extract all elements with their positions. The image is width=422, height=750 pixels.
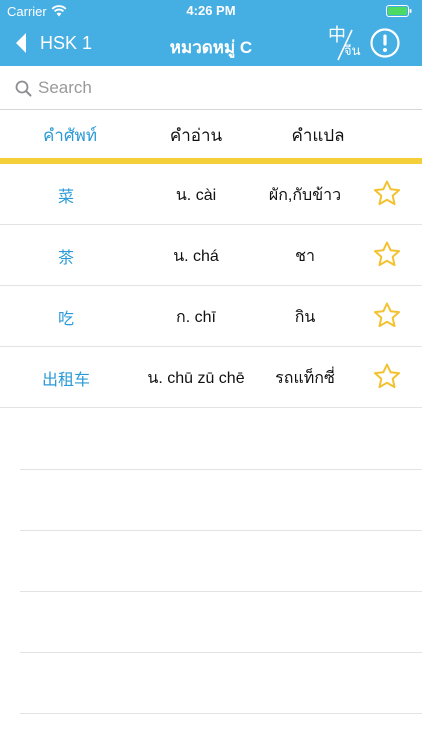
info-button[interactable] [370,28,400,58]
row-divider [20,469,422,470]
word-text: 茶 [57,248,74,267]
row-divider [20,591,422,592]
star-icon[interactable] [372,362,402,392]
list-item[interactable]: 菜 น. cài ผัก,กับข้าว [0,164,422,225]
word-text: 出租车 [41,370,90,389]
chevron-left-icon [14,32,28,54]
tab-meaning[interactable]: คำแปล [258,122,378,149]
status-time: 4:26 PM [186,3,236,18]
language-toggle-button[interactable]: 中 จีน [326,26,362,62]
meaning-text: ผัก,กับข้าว [268,187,342,204]
row-divider [20,530,422,531]
battery-icon [386,5,412,17]
list-item[interactable]: 出租车 น. chū zū chē รถแท็กซี่ [0,347,422,408]
back-button[interactable]: HSK 1 [14,28,92,58]
nav-bar: HSK 1 หมวดหมู่ C 中 จีน [0,22,422,66]
word-list: 菜 น. cài ผัก,กับข้าว 茶 น. chá ชา 吃 ก. ch… [0,164,422,408]
list-item[interactable]: 茶 น. chá ชา [0,225,422,286]
lang-th-label: จีน [344,43,361,58]
list-item[interactable]: 吃 ก. chī กิน [0,286,422,347]
app-header: Carrier 4:26 PM HSK 1 หมวดหมู่ C 中 จีน [0,0,422,66]
search-icon [15,80,32,102]
meaning-text: กิน [294,309,316,326]
tab-reading[interactable]: คำอ่าน [136,122,256,149]
column-headers: คำศัพท์ คำอ่าน คำแปล [0,110,422,158]
page-title: หมวดหมู่ C [169,38,253,57]
tab-word[interactable]: คำศัพท์ [10,122,130,149]
search-input[interactable] [38,74,408,102]
status-bar: Carrier 4:26 PM [0,0,422,22]
star-icon[interactable] [372,301,402,331]
word-text: 菜 [57,187,74,206]
back-label: HSK 1 [40,32,93,53]
info-circle-icon [370,28,400,62]
word-text: 吃 [57,309,74,328]
row-divider [20,652,422,653]
meaning-text: รถแท็กซี่ [275,370,335,387]
meaning-text: ชา [295,248,315,265]
star-icon[interactable] [372,179,402,209]
search-bar [0,66,422,110]
row-divider [20,713,422,714]
star-icon[interactable] [372,240,402,270]
